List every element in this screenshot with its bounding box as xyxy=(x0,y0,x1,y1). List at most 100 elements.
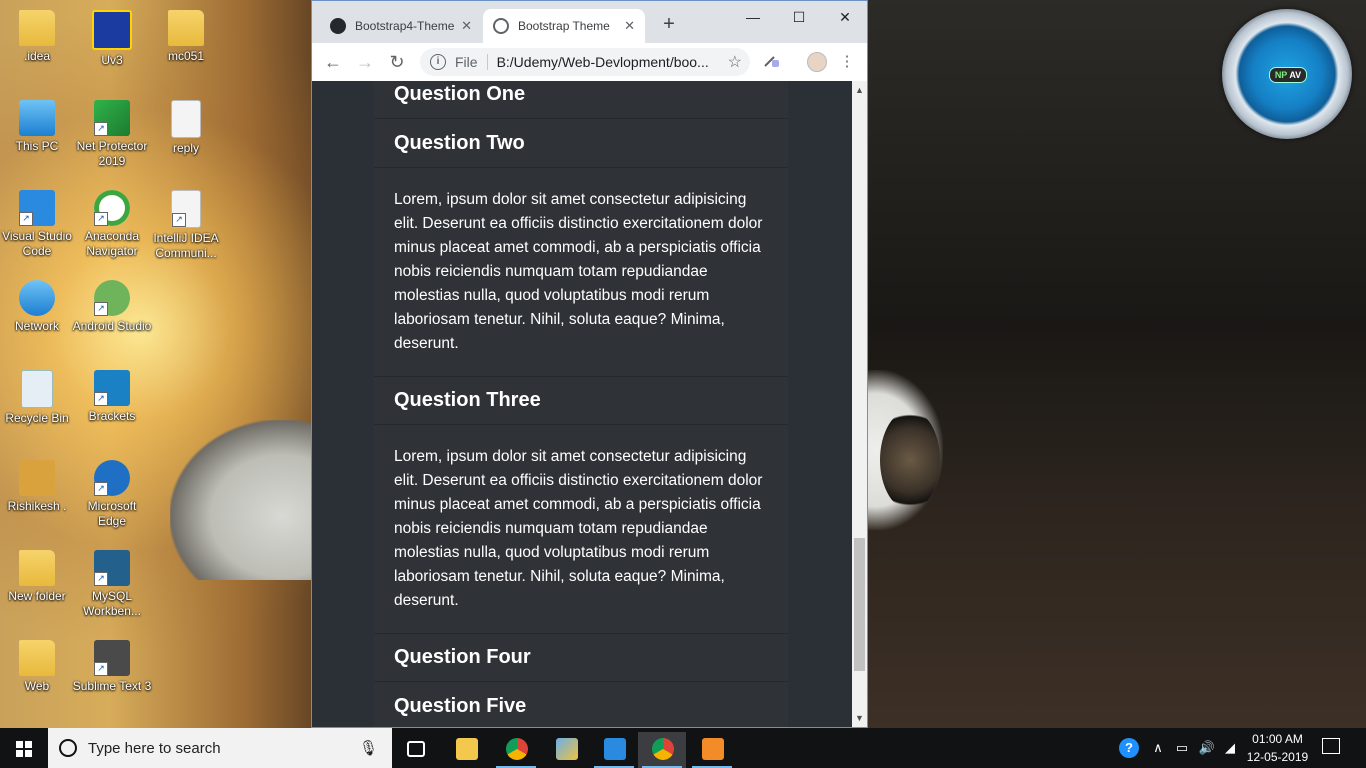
vscode-icon xyxy=(604,738,626,760)
action-center-icon[interactable] xyxy=(1322,738,1340,754)
desktop-icon-label: Web xyxy=(24,679,50,693)
taskbar-file-explorer[interactable] xyxy=(442,732,490,768)
divider xyxy=(374,633,788,634)
scroll-down-arrow-icon[interactable]: ▼ xyxy=(852,711,867,725)
npav-widget[interactable]: NP AV xyxy=(1222,9,1352,139)
desktop-icon-mc051[interactable]: mc051 xyxy=(146,10,226,64)
url-scheme: File xyxy=(455,54,478,70)
desktop-icon-label: Network xyxy=(14,319,59,333)
maximize-button[interactable]: ☐ xyxy=(776,5,822,29)
desktop-icon-reply[interactable]: reply xyxy=(146,100,226,156)
taskbar-search[interactable]: Type here to search 🎙 xyxy=(48,728,392,768)
scroll-up-arrow-icon[interactable]: ▲ xyxy=(852,83,867,97)
bookmark-star-icon[interactable]: ☆ xyxy=(728,52,742,72)
tab-close-icon[interactable]: ✕ xyxy=(461,18,472,34)
desktop-icon-sublime[interactable]: ↗ Sublime Text 3 xyxy=(72,640,152,694)
desktop-icon-label: Brackets xyxy=(88,409,136,423)
tab-bootstrap4-theme[interactable]: Bootstrap4-Theme ✕ xyxy=(320,9,482,43)
chrome-icon xyxy=(506,738,528,760)
accordion-header-question-four[interactable]: Question Four xyxy=(394,646,531,669)
accordion-header-question-five[interactable]: Question Five xyxy=(394,695,526,718)
desktop-icon-brackets[interactable]: ↗ Brackets xyxy=(72,370,152,424)
taskbar-clock[interactable]: 01:00 AM 12-05-2019 xyxy=(1240,730,1315,766)
reload-button[interactable]: ↻ xyxy=(384,49,410,75)
computer-icon xyxy=(19,100,55,136)
accordion-header-question-two[interactable]: Question Two xyxy=(394,132,525,155)
tab-bootstrap-theme[interactable]: Bootstrap Theme ✕ xyxy=(483,9,645,43)
tab-title: Bootstrap Theme xyxy=(518,19,610,33)
desktop-icon-intellij[interactable]: ↗ IntelliJ IDEA Communi... xyxy=(146,190,226,261)
desktop-icon-label: Visual Studio Code xyxy=(2,229,72,258)
microphone-icon[interactable]: 🎙 xyxy=(359,739,378,757)
mysql-workbench-icon: ↗ xyxy=(94,550,130,586)
url-text[interactable]: B:/Udemy/Web-Devlopment/boo... xyxy=(497,54,728,70)
desktop-icon-anaconda[interactable]: ↗ Anaconda Navigator xyxy=(72,190,152,259)
divider xyxy=(374,118,788,119)
desktop-icon-network[interactable]: Network xyxy=(0,280,77,334)
close-window-button[interactable]: ✕ xyxy=(822,5,868,29)
minimize-button[interactable]: — xyxy=(730,5,776,29)
desktop-icon-recycle-bin[interactable]: Recycle Bin xyxy=(0,370,77,426)
desktop-icon-edge[interactable]: ↗ Microsoft Edge xyxy=(72,460,152,529)
faq-accordion: Question One Question Two Lorem, ipsum d… xyxy=(374,81,788,727)
taskbar-vscode[interactable] xyxy=(590,732,638,768)
npav-np-text: NP xyxy=(1274,70,1288,80)
profile-avatar[interactable] xyxy=(807,52,827,72)
desktop-icon-label: Sublime Text 3 xyxy=(72,679,152,693)
info-icon[interactable]: i xyxy=(430,54,446,70)
new-tab-button[interactable]: + xyxy=(657,13,681,36)
desktop-icon-this-pc[interactable]: This PC xyxy=(0,100,77,154)
wallpaper-wheel xyxy=(880,410,940,510)
wallpaper-car-left xyxy=(170,420,330,580)
folder-icon xyxy=(19,640,55,676)
taskbar-chrome[interactable] xyxy=(492,732,540,768)
taskbar-chrome-active[interactable] xyxy=(638,732,686,768)
desktop-icon-mysql[interactable]: ↗ MySQL Workben... xyxy=(72,550,152,619)
page-scrollbar[interactable]: ▲ ▼ xyxy=(852,81,867,727)
sublime-text-icon: ↗ xyxy=(94,640,130,676)
accordion-header-question-one[interactable]: Question One xyxy=(394,83,525,106)
scrollbar-thumb[interactable] xyxy=(854,538,865,671)
desktop-icon-label: Android Studio xyxy=(72,319,152,333)
tab-close-icon[interactable]: ✕ xyxy=(624,18,635,34)
npav-badge: NP AV xyxy=(1269,67,1307,83)
start-button[interactable] xyxy=(0,728,48,768)
desktop-icon-net-protector[interactable]: ↗ Net Protector 2019 xyxy=(72,100,152,169)
desktop-icon-label: .idea xyxy=(23,49,51,63)
taskbar-sublime[interactable] xyxy=(688,732,736,768)
shortcut-arrow-icon: ↗ xyxy=(19,212,33,226)
extension-icon[interactable] xyxy=(760,51,782,73)
desktop-icon-label: Net Protector 2019 xyxy=(76,139,148,168)
shortcut-arrow-icon: ↗ xyxy=(94,572,108,586)
desktop-icon-rishikesh[interactable]: Rishikesh . xyxy=(0,460,77,514)
desktop-icon-label: mc051 xyxy=(167,49,205,63)
address-bar[interactable]: i File B:/Udemy/Web-Devlopment/boo... ☆ xyxy=(420,48,750,76)
network-icon xyxy=(19,280,55,316)
task-view-button[interactable] xyxy=(392,732,440,768)
tab-title: Bootstrap4-Theme xyxy=(355,19,455,33)
shortcut-arrow-icon: ↗ xyxy=(94,302,108,316)
user-folder-icon xyxy=(19,460,55,496)
menu-button[interactable]: ⋮ xyxy=(836,51,858,73)
desktop-icon-android-studio[interactable]: ↗ Android Studio xyxy=(72,280,152,334)
volume-icon[interactable]: 🔊 xyxy=(1196,728,1218,768)
desktop-icon-vscode[interactable]: ↗ Visual Studio Code xyxy=(0,190,77,259)
desktop-icon-uv3[interactable]: Uv3 xyxy=(72,10,152,68)
show-hidden-icons-button[interactable]: ∧ xyxy=(1148,728,1168,768)
clock-date: 12-05-2019 xyxy=(1246,750,1309,764)
accordion-header-question-three[interactable]: Question Three xyxy=(394,389,541,412)
help-tray-button[interactable]: ? xyxy=(1116,728,1142,768)
battery-icon[interactable]: ▭ xyxy=(1172,728,1192,768)
android-studio-icon: ↗ xyxy=(94,280,130,316)
wifi-icon[interactable]: ◢ xyxy=(1220,728,1240,768)
back-button[interactable]: ← xyxy=(320,49,346,75)
desktop-icon-label: Rishikesh . xyxy=(7,499,67,513)
taskbar-control-panel[interactable] xyxy=(542,732,590,768)
desktop-icon-label: Anaconda Navigator xyxy=(84,229,140,258)
browser-titlebar: Bootstrap4-Theme ✕ Bootstrap Theme ✕ + —… xyxy=(312,1,867,43)
desktop-icon-new-folder[interactable]: New folder xyxy=(0,550,77,604)
forward-button[interactable]: → xyxy=(352,49,378,75)
browser-toolbar: ← → ↻ i File B:/Udemy/Web-Devlopment/boo… xyxy=(312,43,867,82)
desktop-icon-web[interactable]: Web xyxy=(0,640,77,694)
desktop-icon-idea[interactable]: .idea xyxy=(0,10,77,64)
